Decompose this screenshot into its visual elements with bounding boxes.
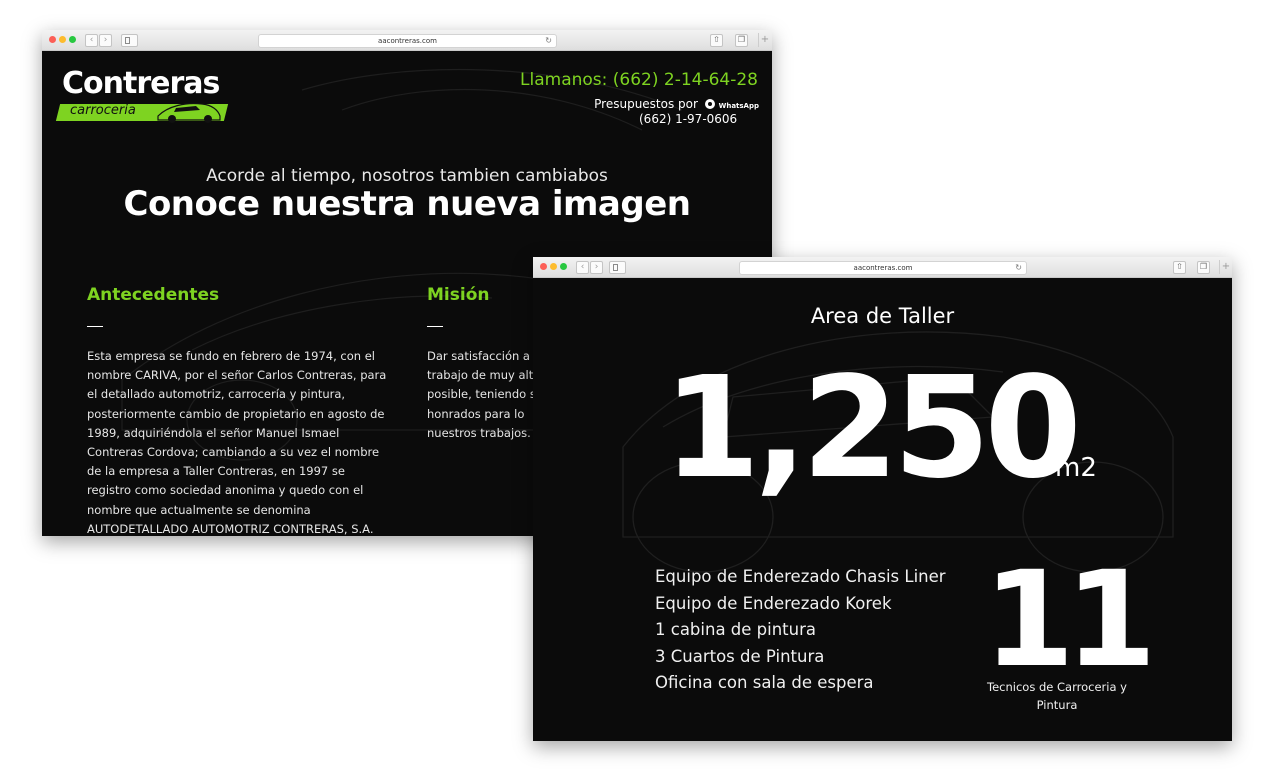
zoom-window-button[interactable] — [69, 36, 76, 43]
share-icon[interactable]: ⇧ — [710, 34, 723, 47]
technicians-label: Tecnicos de Carroceria y Pintura — [987, 680, 1127, 712]
sidebar-toggle-icon[interactable] — [121, 34, 138, 47]
new-tab-icon[interactable]: + — [758, 33, 771, 47]
area-value: 1,250 — [663, 347, 1082, 510]
reload-icon[interactable]: ↻ — [545, 35, 552, 47]
equipment-list: Equipo de Enderezado Chasis Liner Equipo… — [655, 564, 946, 697]
tabs-overview-icon[interactable]: ❐ — [1197, 261, 1210, 274]
share-icon[interactable]: ⇧ — [1173, 261, 1186, 274]
technicians-count: 11 — [983, 543, 1157, 697]
sports-car-icon — [157, 102, 221, 123]
tabs-overview-icon[interactable]: ❐ — [735, 34, 748, 47]
list-item: Oficina con sala de espera — [655, 673, 874, 692]
minimize-window-button[interactable] — [550, 263, 557, 270]
hero-headline: Conoce nuestra nueva imagen — [123, 184, 691, 224]
contreras-logo[interactable]: Contreras carroceria — [55, 66, 229, 128]
address-bar[interactable]: aacontreras.com ↻ — [258, 34, 557, 48]
whatsapp-icon — [704, 99, 715, 109]
back-icon[interactable]: ‹ — [85, 34, 98, 47]
section-divider — [427, 326, 443, 327]
url-text: aacontreras.com — [853, 264, 913, 272]
section-body-antecedentes: Esta empresa se fundo en febrero de 1974… — [87, 349, 387, 536]
section-title-antecedentes: Antecedentes — [87, 285, 220, 305]
sidebar-toggle-icon[interactable] — [609, 261, 626, 274]
area-title: Area de Taller — [810, 304, 955, 328]
area-unit: m2 — [1055, 453, 1097, 483]
list-item: 1 cabina de pintura — [655, 620, 817, 639]
section-title-mision: Misión — [427, 285, 490, 305]
browser-toolbar: ‹ › aacontreras.com ↻ ⇧ ❐ + — [533, 257, 1232, 278]
back-icon[interactable]: ‹ — [576, 261, 589, 274]
whatsapp-quote[interactable]: Presupuestos por WhatsApp — [594, 97, 759, 111]
close-window-button[interactable] — [49, 36, 56, 43]
list-item: 3 Cuartos de Pintura — [655, 646, 825, 666]
reload-icon[interactable]: ↻ — [1015, 262, 1022, 274]
minimize-window-button[interactable] — [59, 36, 66, 43]
phone-link[interactable]: Llamanos: (662) 2-14-64-28 — [520, 70, 758, 90]
whatsapp-number[interactable]: (662) 1-97-0606 — [639, 112, 737, 126]
forward-icon[interactable]: › — [590, 261, 603, 274]
forward-icon[interactable]: › — [99, 34, 112, 47]
zoom-window-button[interactable] — [560, 263, 567, 270]
logo-subtitle: carroceria — [70, 103, 136, 118]
close-window-button[interactable] — [540, 263, 547, 270]
whatsapp-label: WhatsApp — [718, 102, 759, 110]
new-tab-icon[interactable]: + — [1219, 260, 1232, 274]
list-item: Equipo de Enderezado Chasis Liner — [655, 567, 946, 586]
browser-toolbar: ‹ › aacontreras.com ↻ ⇧ ❐ + — [42, 30, 772, 51]
browser-window-taller: ‹ › aacontreras.com ↻ ⇧ ❐ + Area de Tall… — [533, 257, 1232, 741]
hero-tagline: Acorde al tiempo, nosotros tambien cambi… — [206, 166, 608, 186]
list-item: Equipo de Enderezado Korek — [655, 593, 892, 613]
address-bar[interactable]: aacontreras.com ↻ — [739, 261, 1027, 275]
quote-prefix: Presupuestos por — [594, 97, 698, 111]
url-text: aacontreras.com — [378, 37, 437, 45]
section-divider — [87, 326, 103, 327]
